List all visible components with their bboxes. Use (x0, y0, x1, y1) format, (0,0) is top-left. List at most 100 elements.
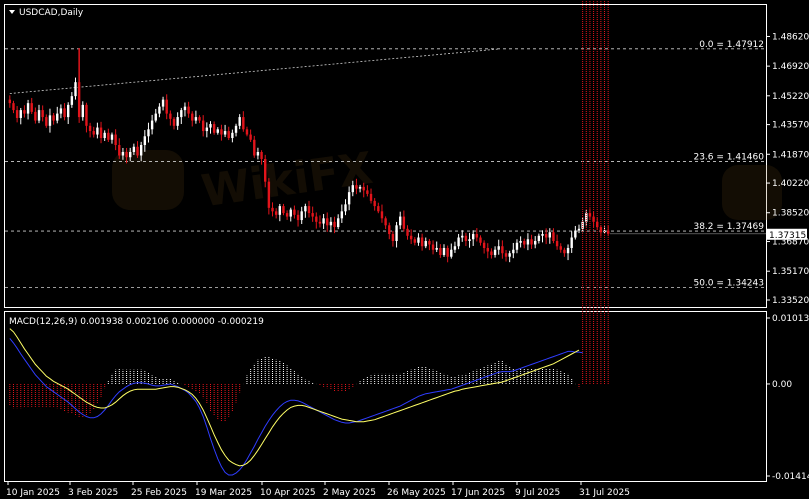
candle-body (52, 115, 55, 121)
candle-body (132, 146, 136, 152)
candle-body (267, 181, 271, 208)
candle-body (329, 221, 333, 226)
candle-body (340, 211, 344, 219)
candle-body (351, 185, 354, 193)
candle-body (453, 246, 457, 250)
candle-body (274, 211, 278, 215)
candle-body (442, 247, 446, 255)
candle-body (296, 214, 300, 221)
candle-body (552, 232, 555, 242)
candle-body (373, 200, 376, 207)
candle-body (139, 145, 143, 156)
candle-body (577, 228, 581, 231)
candle-body (223, 131, 227, 135)
candle-body (198, 117, 201, 121)
candle-body (322, 218, 325, 224)
candle-body (515, 242, 519, 250)
candle-body (307, 206, 311, 214)
candle-body (74, 82, 77, 97)
candle-body (205, 127, 209, 132)
candle-body (121, 151, 125, 156)
candle-body (417, 237, 420, 243)
candle-body (355, 185, 358, 189)
candle-body (431, 244, 435, 250)
x-tick-label: 10 Apr 2025 (260, 488, 316, 498)
candle-body (19, 110, 22, 118)
x-tick-label: 10 Jan 2025 (6, 488, 60, 498)
y-tick-label: 1.40220 (772, 179, 809, 189)
fibonacci-level-label: 38.2 = 1.37469 (693, 222, 764, 232)
candle-body (358, 186, 362, 189)
candle-body (366, 190, 369, 194)
macd-y-tick-label: -0.014146 (772, 472, 809, 482)
candle-body (435, 247, 438, 250)
candle-body (344, 204, 347, 212)
candle-body (548, 232, 551, 238)
candle-body (85, 104, 88, 126)
fibonacci-level-label: 50.0 = 1.34243 (693, 278, 764, 288)
candle-body (227, 131, 230, 139)
candle-body (395, 225, 398, 242)
candle-body (570, 237, 573, 248)
x-tick-label: 2 May 2025 (323, 488, 376, 498)
candle-body (231, 132, 234, 139)
candle-body (129, 151, 132, 158)
candle-body (304, 206, 307, 212)
candle-body (413, 239, 417, 243)
candle-body (409, 235, 413, 240)
candle-body (574, 230, 577, 238)
candle-body (216, 129, 219, 133)
candle-body (519, 241, 522, 243)
y-tick-label: 1.45220 (772, 92, 809, 102)
candle-body (234, 125, 238, 133)
x-tick-label: 19 Mar 2025 (195, 488, 252, 498)
chart-canvas: WikiFX USDCAD,Daily 0.0 = 1.4791223.6 = … (0, 0, 809, 499)
candle-body (23, 110, 26, 114)
y-tick-label: 1.38520 (772, 209, 809, 219)
candle-body (362, 186, 365, 191)
candle-body (169, 113, 172, 119)
candle-body (67, 104, 70, 118)
candle-body (34, 111, 37, 121)
candle-body (209, 124, 212, 128)
candle-body (70, 96, 74, 105)
candle-body (15, 110, 19, 118)
y-tick-label: 1.33520 (772, 296, 809, 306)
x-tick-label: 9 Jul 2025 (515, 488, 560, 498)
candle-body (486, 247, 489, 252)
candle-body (99, 127, 103, 139)
x-tick-label: 26 May 2025 (387, 488, 446, 498)
candle-body (482, 242, 486, 248)
x-tick-label: 31 Jul 2025 (579, 488, 630, 498)
candle-body (165, 99, 168, 114)
candle-body (406, 228, 409, 236)
candle-body (391, 234, 395, 242)
candle-body (238, 117, 241, 126)
candle-body (596, 221, 599, 228)
candle-body (563, 249, 566, 254)
macd-y-tick-label: 0.010136 (772, 314, 809, 324)
candle-body (446, 247, 449, 257)
candle-body (194, 117, 198, 121)
candle-body (271, 207, 274, 212)
candle-body (172, 118, 176, 126)
candle-body (285, 213, 289, 217)
background (0, 0, 809, 499)
candle-body (555, 241, 559, 247)
candle-body (26, 103, 30, 114)
candle-body (147, 129, 150, 137)
candle-body (59, 108, 63, 114)
candle-body (282, 206, 285, 214)
candle-body (479, 237, 482, 243)
candle-body (439, 247, 442, 255)
x-tick-label: 25 Feb 2025 (131, 488, 187, 498)
candle-body (566, 247, 570, 254)
candle-body (92, 131, 95, 135)
candle-body (530, 239, 533, 245)
candle-body (150, 120, 154, 130)
candle-body (468, 239, 471, 242)
candle-body (333, 221, 336, 228)
candle-body (399, 216, 402, 226)
candle-body (30, 103, 33, 112)
candle-body (256, 151, 260, 156)
